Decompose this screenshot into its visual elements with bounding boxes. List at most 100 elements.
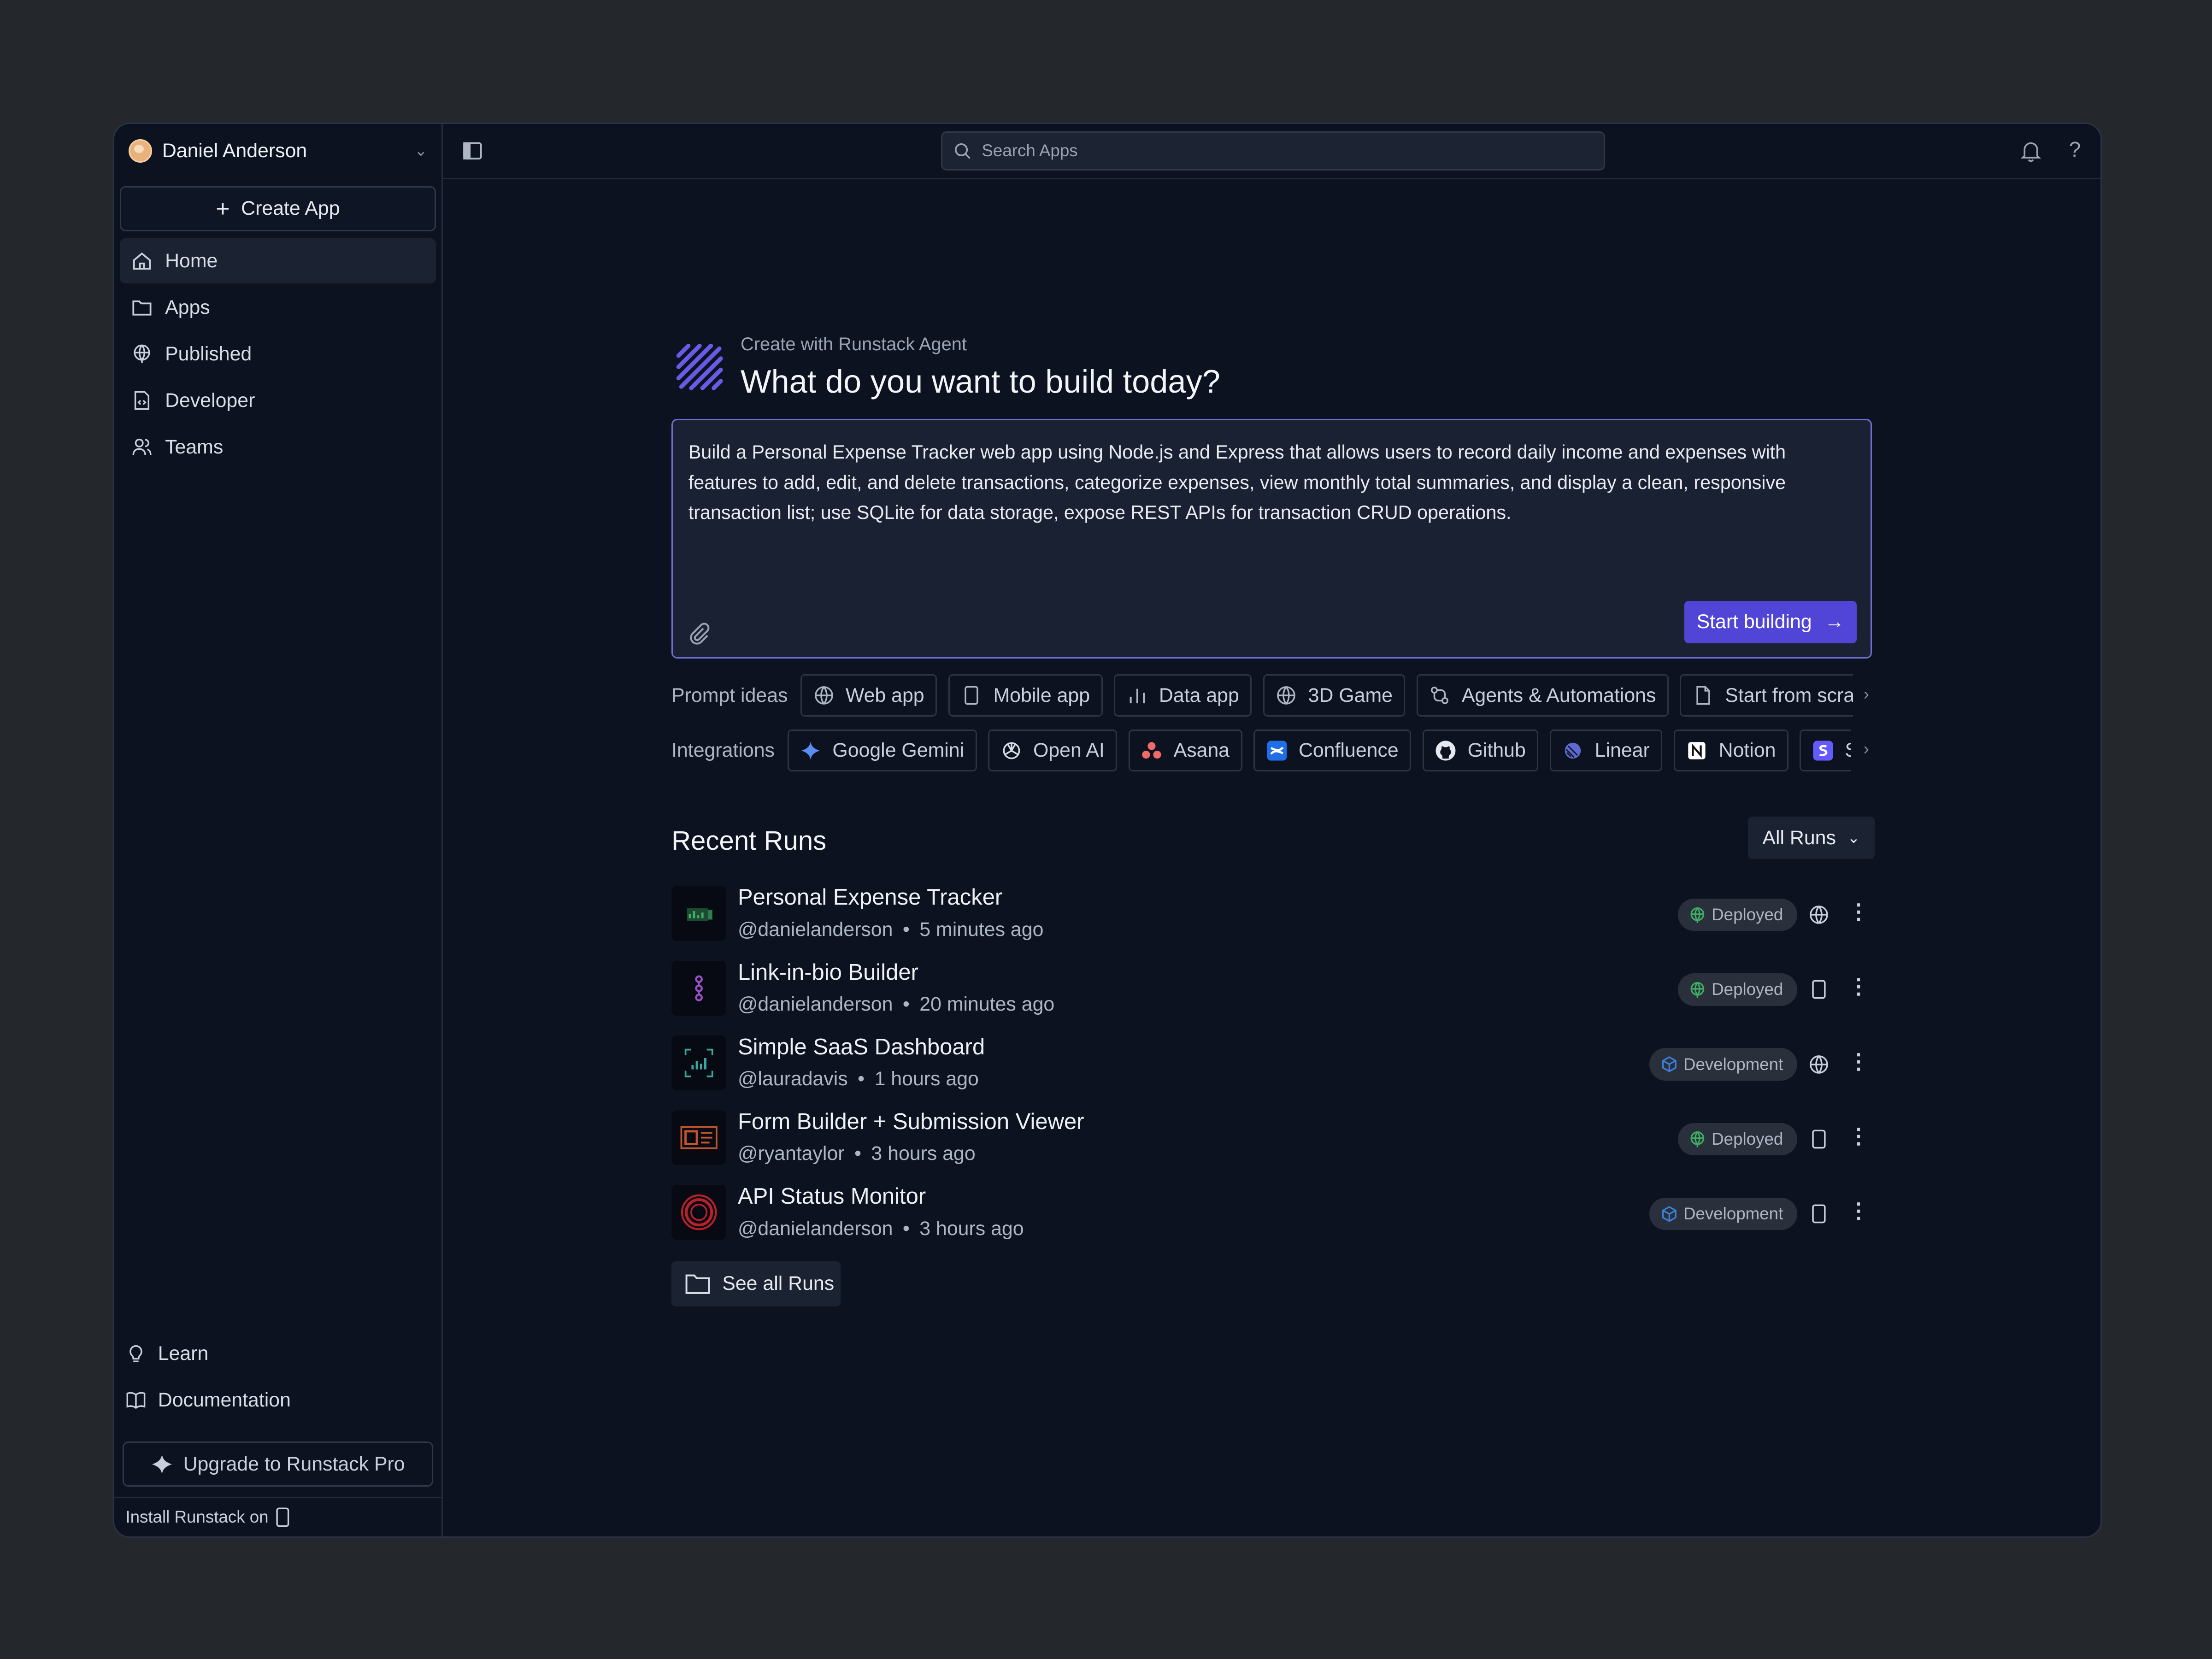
status-badge: Development (1649, 1197, 1797, 1230)
run-user[interactable]: @lauradavis (738, 1068, 848, 1090)
chevron-right-icon[interactable]: › (1864, 739, 1869, 759)
help-icon[interactable]: ? (2069, 137, 2081, 162)
more-options-icon[interactable]: ⋮ (1848, 976, 1869, 997)
globe-icon[interactable] (1808, 1054, 1830, 1075)
integration-chip-gemini[interactable]: Google Gemini (787, 729, 977, 772)
paperclip-icon[interactable] (688, 622, 711, 645)
runstack-logo (676, 343, 723, 390)
chip-label: Start from scratch (1725, 684, 1853, 706)
run-row[interactable]: Simple SaaS Dashboard @lauradavis • 1 hour… (671, 1034, 1875, 1109)
mobile-icon[interactable] (1808, 1203, 1830, 1224)
run-user[interactable]: @danielanderson (738, 1218, 893, 1240)
globe-icon (134, 344, 150, 364)
plus-icon: + (216, 195, 230, 222)
integration-chip-github[interactable]: Github (1422, 729, 1539, 772)
integration-chip-confluence[interactable]: Confluence (1253, 729, 1412, 772)
bell-icon[interactable] (2020, 140, 2041, 162)
run-title[interactable]: Form Builder + Submission Viewer (738, 1109, 1084, 1135)
status-label: Development (1683, 1204, 1783, 1224)
run-user[interactable]: @danielanderson (738, 993, 893, 1015)
all-runs-dropdown[interactable]: All Runs ⌄ (1747, 817, 1875, 859)
install-banner[interactable]: Install Runstack on (114, 1496, 442, 1536)
sidebar-item-label: Published (165, 342, 252, 365)
status-badge: Deployed (1677, 973, 1797, 1006)
integration-chip-linear[interactable]: Linear (1549, 729, 1663, 772)
arrow-right-icon: → (1824, 611, 1845, 633)
account-switcher[interactable]: Daniel Anderson ⌄ (128, 137, 427, 165)
run-title[interactable]: Simple SaaS Dashboard (738, 1034, 985, 1060)
sidebar-item-apps[interactable]: Apps (120, 285, 436, 330)
prompt-text[interactable]: Build a Personal Expense Tracker web app… (688, 437, 1845, 528)
globe-icon (1690, 1131, 1705, 1148)
run-row[interactable]: Link-in-bio Builder @danielanderson • 20 m… (671, 959, 1875, 1034)
prompt-ideas-row: Prompt ideas Web app Mobile app Data app… (671, 673, 1875, 718)
integration-chip-notion[interactable]: Notion (1673, 729, 1788, 772)
stripe-icon (1813, 740, 1833, 760)
globe-icon (1690, 907, 1705, 924)
run-user[interactable]: @danielanderson (738, 918, 893, 941)
confluence-icon (1267, 740, 1287, 760)
recent-runs-title: Recent Runs (671, 825, 827, 856)
page-title: What do you want to build today? (741, 363, 1220, 400)
documentation-label: Documentation (158, 1388, 291, 1411)
prompt-chip-3d-game[interactable]: 3D Game (1263, 674, 1406, 717)
mobile-icon[interactable] (1808, 1129, 1830, 1150)
chip-label: Stripe (1845, 739, 1851, 762)
folder-icon (132, 300, 152, 316)
prompt-chip-scratch[interactable]: Start from scratch (1680, 674, 1853, 717)
sidebar-item-label: Apps (165, 296, 210, 318)
start-building-button[interactable]: Start building → (1684, 600, 1857, 643)
cube-icon (1662, 1056, 1677, 1072)
prompt-ideas-chips: Web app Mobile app Data app 3D Game Agen… (800, 674, 1853, 717)
app-thumbnail (671, 886, 727, 941)
run-row[interactable]: Personal Expense Tracker @danielanderson… (671, 884, 1875, 959)
integrations-chips: Google Gemini Open AI Asana Confluence G… (787, 729, 1851, 772)
mobile-icon (276, 1507, 289, 1527)
prompt-chip-mobile-app[interactable]: Mobile app (948, 674, 1103, 717)
user-name: Daniel Anderson (162, 139, 307, 162)
create-app-label: Create App (241, 197, 340, 220)
integrations-label: Integrations (671, 739, 775, 761)
integration-chip-stripe[interactable]: Stripe (1800, 729, 1851, 772)
status-badge: Deployed (1677, 898, 1797, 931)
more-options-icon[interactable]: ⋮ (1848, 1051, 1869, 1072)
run-row[interactable]: API Status Monitor @danielanderson • 3 hou… (671, 1183, 1875, 1258)
bar-chart-icon (1130, 688, 1145, 704)
run-title[interactable]: Link-in-bio Builder (738, 959, 918, 985)
notion-icon (1688, 741, 1706, 759)
globe-icon (1690, 982, 1705, 998)
run-row[interactable]: Form Builder + Submission Viewer @ryanta… (671, 1109, 1875, 1183)
upgrade-button[interactable]: Upgrade to Runstack Pro (123, 1441, 433, 1487)
globe-icon (814, 686, 833, 705)
more-options-icon[interactable]: ⋮ (1848, 1200, 1869, 1222)
prompt-chip-agents[interactable]: Agents & Automations (1416, 674, 1669, 717)
prompt-chip-web-app[interactable]: Web app (800, 674, 937, 717)
sidebar-item-developer[interactable]: Developer (120, 378, 436, 423)
integrations-row: Integrations Google Gemini Open AI Asana… (671, 728, 1875, 773)
create-app-button[interactable]: + Create App (120, 186, 436, 231)
more-options-icon[interactable]: ⋮ (1848, 1125, 1869, 1147)
sidebar-toggle-icon[interactable] (463, 141, 482, 161)
prompt-chip-data-app[interactable]: Data app (1114, 674, 1252, 717)
app-thumbnail (671, 1035, 727, 1091)
form-thumbnail-icon (680, 1126, 718, 1149)
documentation-link[interactable]: Documentation (120, 1377, 436, 1424)
run-time: 3 hours ago (871, 1142, 976, 1165)
globe-icon[interactable] (1808, 904, 1830, 925)
sidebar-item-published[interactable]: Published (120, 331, 436, 377)
sidebar-item-teams[interactable]: Teams (120, 424, 436, 470)
prompt-editor[interactable]: Build a Personal Expense Tracker web app… (671, 419, 1872, 659)
learn-link[interactable]: Learn (120, 1330, 436, 1377)
mobile-icon[interactable] (1808, 979, 1830, 1000)
chip-label: Asana (1173, 739, 1230, 761)
integration-chip-asana[interactable]: Asana (1128, 729, 1242, 772)
run-user[interactable]: @ryantaylor (738, 1142, 845, 1165)
sidebar-item-home[interactable]: Home (120, 238, 436, 284)
sidebar-item-label: Developer (165, 389, 255, 412)
run-title[interactable]: API Status Monitor (738, 1183, 926, 1209)
more-options-icon[interactable]: ⋮ (1848, 901, 1869, 923)
chevron-right-icon[interactable]: › (1864, 684, 1869, 704)
see-all-runs-button[interactable]: See all Runs (671, 1261, 841, 1306)
run-title[interactable]: Personal Expense Tracker (738, 884, 1002, 910)
integration-chip-openai[interactable]: Open AI (988, 729, 1118, 772)
